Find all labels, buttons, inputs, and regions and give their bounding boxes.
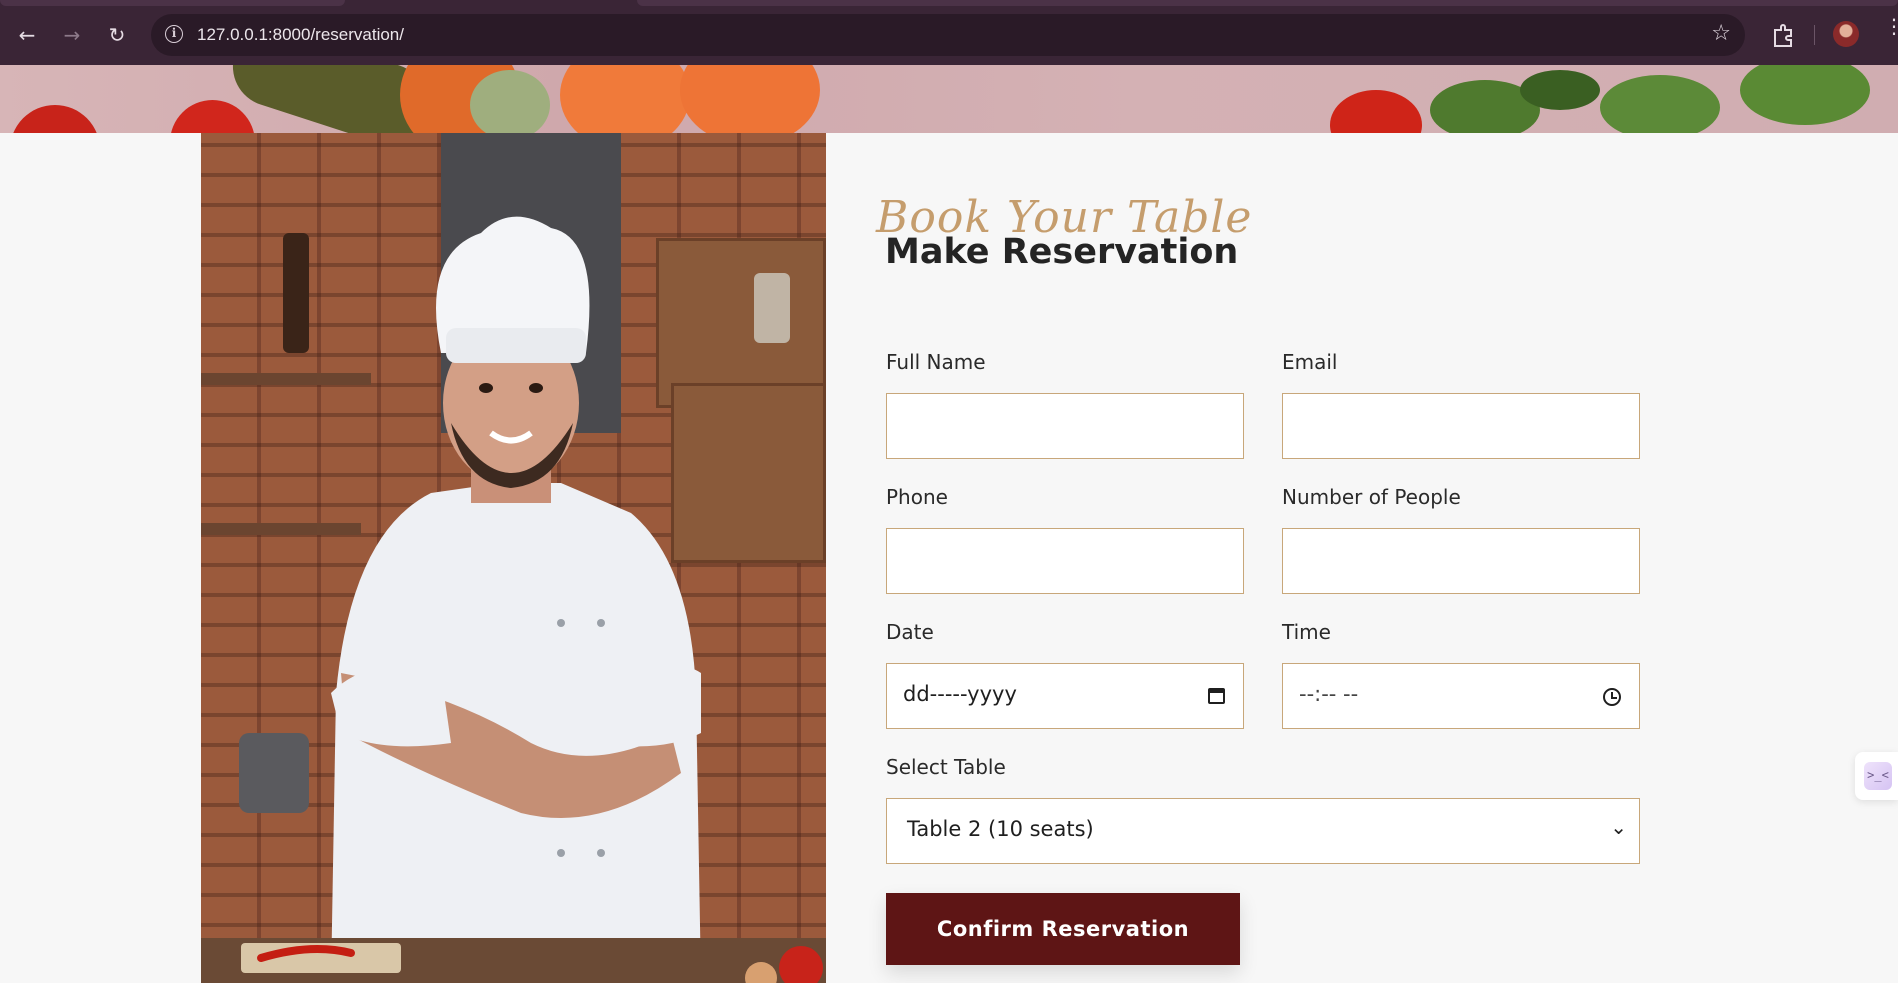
table-select[interactable]: Table 2 (10 seats) ⌄ [886,798,1640,864]
browser-toolbar: ← → ↻ i 127.0.0.1:8000/reservation/ ☆ ⋮ [0,0,1898,65]
time-label: Time [1282,620,1331,644]
sprout-decoration [470,70,550,133]
confirm-reservation-button[interactable]: Confirm Reservation [886,893,1240,965]
assistant-icon[interactable]: >_< [1864,762,1892,790]
tab-strip-edge [0,0,345,6]
phone-label: Phone [886,485,948,509]
full-name-input[interactable] [886,393,1244,459]
forward-arrow-icon[interactable]: → [57,20,87,50]
email-input[interactable] [1282,393,1640,459]
herb-decoration [1600,75,1720,133]
menu-dots-icon[interactable]: ⋮ [1884,16,1898,36]
carrot-decoration [680,65,820,133]
time-placeholder: --:-- -- [1299,682,1359,706]
select-table-label: Select Table [886,755,1006,779]
full-name-label: Full Name [886,350,986,374]
reload-icon[interactable]: ↻ [102,20,132,50]
address-bar[interactable]: i 127.0.0.1:8000/reservation/ ☆ [151,14,1745,56]
herb-decoration [1740,65,1870,125]
clock-icon[interactable] [1603,688,1621,706]
extensions-icon[interactable] [1768,20,1798,50]
chef-figure [201,216,826,983]
table-select-value: Table 2 (10 seats) [907,817,1094,841]
date-input[interactable]: dd-----yyyy [886,663,1244,729]
site-info-icon[interactable]: i [165,25,183,43]
calendar-icon[interactable] [1208,688,1225,704]
url-text[interactable]: 127.0.0.1:8000/reservation/ [197,25,404,45]
email-label: Email [1282,350,1338,374]
page-title: Make Reservation [885,232,1239,272]
people-label: Number of People [1282,485,1461,509]
time-input[interactable]: --:-- -- [1282,663,1640,729]
bookmark-star-icon[interactable]: ☆ [1711,21,1731,46]
tomato-decoration [1330,90,1422,133]
chevron-down-icon: ⌄ [1610,815,1627,839]
floating-assistant-widget[interactable]: >_< [1855,752,1898,800]
date-label: Date [886,620,934,644]
phone-input[interactable] [886,528,1244,594]
date-placeholder: dd-----yyyy [903,682,1017,706]
tomato-decoration [10,105,100,133]
toolbar-divider [1814,25,1815,45]
hero-banner-image [0,65,1898,133]
back-arrow-icon[interactable]: ← [12,20,42,50]
profile-avatar[interactable] [1833,21,1859,47]
tomato-decoration [170,100,255,133]
people-input[interactable] [1282,528,1640,594]
pepper-decoration [1520,70,1600,110]
carrot-decoration [560,65,690,133]
chef-photo [201,133,826,983]
tab-strip-edge [637,0,1898,6]
